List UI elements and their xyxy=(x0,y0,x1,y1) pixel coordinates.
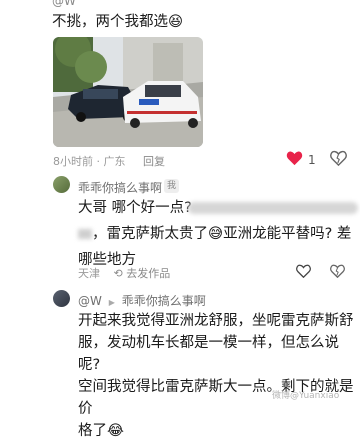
post-meta: 8小时前 · 广东 回复 xyxy=(53,155,165,168)
comment-line-1: 开起来我觉得亚洲龙舒服，坐呢雷克萨斯舒 xyxy=(78,313,354,329)
sweat-emoji-icon: 😅 xyxy=(208,226,224,242)
avatar[interactable] xyxy=(53,290,70,307)
watermark: 微博@Yuanxiao xyxy=(272,391,340,401)
broken-heart-icon xyxy=(330,150,347,170)
comment-location: 天津 xyxy=(78,267,100,280)
comment-text: 开起来我觉得亚洲龙舒服，坐呢雷克萨斯舒 服，发动机车长都是一模一样，但怎么说呢?… xyxy=(78,310,360,442)
share-arrow-icon: ⟲ xyxy=(113,267,123,280)
dislike-button[interactable] xyxy=(330,263,345,282)
post-photo[interactable] xyxy=(53,37,203,147)
like-count: 1 xyxy=(308,153,316,167)
laugh-cry-emoji-icon: 😂 xyxy=(107,423,124,439)
avatar[interactable] xyxy=(53,176,70,193)
comment-line-2: ，雷克萨斯太贵了 xyxy=(92,226,208,242)
blurred-text xyxy=(78,229,92,239)
post-text: 不挑，两个我都选😆 xyxy=(52,10,183,31)
post-location: 广东 xyxy=(103,155,126,168)
comment-author: @W ▶ 乖乖你搞么事啊 xyxy=(78,294,206,308)
comment-line-1: 大哥 哪个好一点? xyxy=(78,200,192,216)
like-button[interactable] xyxy=(296,263,311,282)
heart-filled-icon xyxy=(286,150,303,170)
post-reply-button[interactable]: 回复 xyxy=(143,155,165,168)
comment-meta: 天津 ⟲ 去发作品 xyxy=(78,265,170,281)
comment-line-3: 亚洲龙能平替吗? 差 xyxy=(223,226,352,242)
comment-line-2: 服，发动机车长都是一模一样，但怎么说呢? xyxy=(78,335,339,373)
author-badge: 我 xyxy=(164,179,180,193)
dislike-button[interactable] xyxy=(330,150,347,170)
comment-text: 大哥 哪个好一点? ，雷克萨斯太贵了😅亚洲龙能平替吗? 差 哪些地方 xyxy=(78,195,360,273)
comment-line-4: 格了 xyxy=(78,423,107,439)
create-post-button[interactable]: ⟲ 去发作品 xyxy=(114,267,171,280)
laugh-emoji-icon: 😆 xyxy=(168,14,184,30)
reply-to-user[interactable]: 乖乖你搞么事啊 xyxy=(122,294,206,308)
post-author[interactable]: @W xyxy=(52,0,76,8)
comment-author[interactable]: 乖乖你搞么事啊 xyxy=(78,179,162,196)
blurred-text xyxy=(188,202,358,214)
broken-heart-icon xyxy=(330,263,345,282)
like-button[interactable]: 1 xyxy=(286,150,316,170)
post-text-body: 不挑，两个我都选 xyxy=(52,14,168,30)
heart-outline-icon xyxy=(296,263,311,282)
reply-arrow-icon: ▶ xyxy=(108,298,115,307)
post-time: 8小时前 xyxy=(53,155,93,168)
